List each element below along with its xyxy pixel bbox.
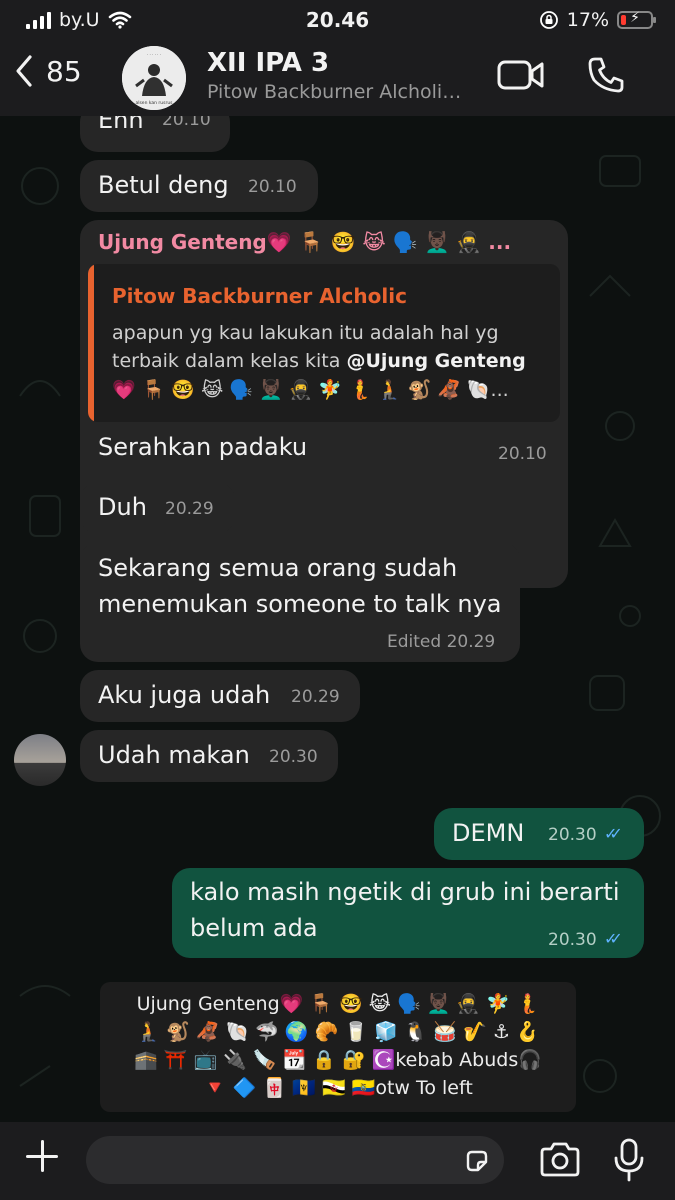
message-time: 20.10 [248,177,297,197]
message-text-line: menemukan someone to talk nya [98,590,502,618]
message-text: Serahkan padaku [98,433,308,461]
quote-accent-bar [88,264,94,422]
microphone-icon[interactable] [612,1138,646,1184]
phone-call-button[interactable] [586,55,626,99]
chat-title[interactable]: XII IPA 3 [207,48,329,78]
chat-header: 85 · · · · · · alsen kan rusrus XII IPA … [0,40,675,116]
message-text: Betul deng [98,171,229,199]
message-text: Duh [98,493,147,521]
quoted-text-line: apapun yg kau lakukan itu adalah hal yg [112,322,499,344]
outgoing-message-bubble[interactable]: DEMN 20.30 ✓✓ [434,808,644,860]
quoted-text-line: terbaik dalam kelas kita @Ujung Genteng [112,350,526,372]
battery-percent: 17% [566,9,609,31]
message-bubble[interactable]: Aku juga udah 20.29 [80,670,360,722]
message-text-line: kalo masih ngetik di grub ini berarti [190,878,620,906]
svg-text:alsen kan rusrus: alsen kan rusrus [135,100,173,106]
chat-subtitle[interactable]: Pitow Backburner Alcholi… [207,81,482,103]
back-button[interactable]: 85 [14,54,82,88]
message-bubble[interactable]: Betul deng 20.10 [80,160,318,212]
plus-icon[interactable] [22,1136,62,1176]
message-input[interactable] [86,1136,504,1184]
camera-icon[interactable] [538,1142,582,1178]
notice-line: Ujung Genteng💗 🪑 🤓 😹 🗣️ 💆🏿‍♂️ 🥷 🧚 🧜 [136,993,540,1015]
back-chevron-icon [16,55,32,87]
unread-count: 85 [46,54,82,88]
mention-link[interactable]: @Ujung Genteng [346,350,525,372]
message-list[interactable]: Ehh 20.10 Betul deng 20.10 Ujung Genteng… [0,116,675,1122]
message-bubble[interactable]: Sekarang semua orang sudah menemukan som… [80,542,520,662]
message-text-line: belum ada [190,914,318,942]
message-text: DEMN [452,819,525,847]
notice-line: 🔻 🔷 🀄 🇧🇧 🇧🇳 🇪🇨otw To left [203,1077,473,1099]
message-time: 20.10 [498,444,547,464]
message-bubble[interactable]: Duh 20.29 [80,482,235,534]
system-notice: Ujung Genteng💗 🪑 🤓 😹 🗣️ 💆🏿‍♂️ 🥷 🧚 🧜 🧎 🐒 … [100,982,576,1112]
status-bar: by.U 20.46 17% ⚡ [0,0,675,40]
quoted-text-line: 💗 🪑 🤓 😹 🗣️ 💆🏿‍♂️ 🥷 🧚 🧜 🧎 🐒 🦧 🐚... [112,379,509,401]
message-text: Aku juga udah [98,681,271,709]
quoted-text-prefix: terbaik dalam kelas kita [112,350,347,372]
message-time: 20.10 [162,116,211,130]
message-time: 20.30 [269,747,318,767]
message-time: 20.30 [548,825,597,845]
sticker-icon[interactable] [464,1148,490,1174]
message-time: 20.29 [165,499,214,519]
battery-charging-icon: ⚡ [617,10,656,29]
message-bubble[interactable]: Ehh 20.10 [80,116,230,152]
bolt-icon: ⚡ [630,10,640,26]
outgoing-message-bubble[interactable]: kalo masih ngetik di grub ini berarti be… [172,868,644,958]
notice-line: 🧎 🐒 🦧 🐚 🦈 🌍 🥐 🥛 🧊 🐧 🥁 🎷 ⚓ 🪝 [136,1021,540,1043]
sender-avatar[interactable] [14,734,66,786]
notice-line: 🕋 ⛩️ 📺 🔌 🪚 📆 🔒 🔐 ☪️kebab Abuds🎧 [134,1049,542,1071]
message-time: 20.30 [548,930,597,950]
message-time: Edited 20.29 [387,632,496,652]
message-text: Udah makan [98,741,250,769]
input-bar [0,1122,675,1200]
message-text: Ehh [98,116,144,134]
video-call-button[interactable] [497,58,545,96]
group-avatar[interactable]: · · · · · · alsen kan rusrus [122,46,186,110]
status-right: 17% ⚡ [539,9,656,31]
orientation-lock-icon [539,11,558,29]
read-receipt-icon: ✓✓ [604,824,623,843]
message-time: 20.29 [291,687,340,707]
read-receipt-icon: ✓✓ [604,929,623,948]
quoted-author: Pitow Backburner Alcholic [112,284,407,308]
group-avatar-image: · · · · · · alsen kan rusrus [122,46,186,110]
message-text-line: Sekarang semua orang sudah [98,554,458,582]
phone-call-icon [588,57,624,93]
quoted-message[interactable]: Pitow Backburner Alcholic apapun yg kau … [88,264,560,422]
sender-name[interactable]: Ujung Genteng💗 🪑 🤓 😹 🗣️ 💆🏿‍♂️ 🥷 ... [98,230,511,254]
message-bubble[interactable]: Udah makan 20.30 [80,730,338,782]
video-call-icon [497,60,544,90]
svg-text:· · · · · ·: · · · · · · [147,52,161,57]
